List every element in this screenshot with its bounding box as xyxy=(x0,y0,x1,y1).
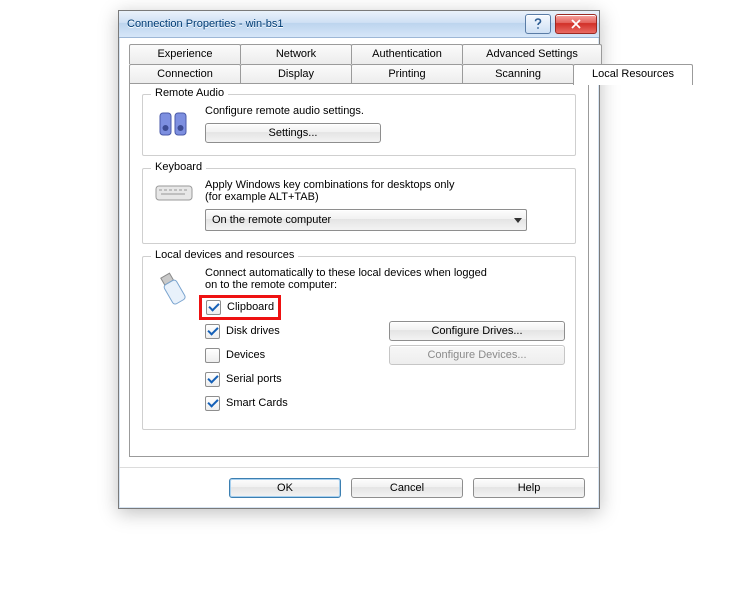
title-bar: Connection Properties - win-bs1 xyxy=(119,11,599,38)
dialog-footer: OK Cancel Help xyxy=(119,467,599,508)
group-keyboard: Keyboard Apply Windows key combinations … xyxy=(142,168,576,244)
devices-description: Connect automatically to these local dev… xyxy=(205,267,565,291)
help-icon[interactable] xyxy=(525,14,551,34)
dialog-body: Experience Network Authentication Advanc… xyxy=(119,38,599,467)
keyboard-combo-value: On the remote computer xyxy=(212,214,331,226)
checkbox-label: Serial ports xyxy=(226,373,282,385)
group-title: Remote Audio xyxy=(151,87,228,99)
checkbox-clipboard[interactable] xyxy=(206,300,221,315)
tab-display[interactable]: Display xyxy=(240,64,352,84)
checkbox-label: Smart Cards xyxy=(226,397,288,409)
window-title: Connection Properties - win-bs1 xyxy=(127,18,284,30)
keyboard-combo[interactable]: On the remote computer xyxy=(205,209,527,231)
tab-connection[interactable]: Connection xyxy=(129,64,241,84)
usb-drive-icon xyxy=(153,267,195,417)
tab-advanced-settings[interactable]: Advanced Settings xyxy=(462,44,602,64)
checkbox-smart-cards[interactable] xyxy=(205,396,220,411)
tab-scanning[interactable]: Scanning xyxy=(462,64,574,84)
ok-button[interactable]: OK xyxy=(229,478,341,498)
audio-description: Configure remote audio settings. xyxy=(205,105,565,117)
tab-network[interactable]: Network xyxy=(240,44,352,64)
tab-printing[interactable]: Printing xyxy=(351,64,463,84)
group-title: Keyboard xyxy=(151,161,206,173)
keyboard-description: Apply Windows key combinations for deskt… xyxy=(205,179,565,203)
group-local-devices: Local devices and resources Connect auto… xyxy=(142,256,576,430)
dialog-window: Connection Properties - win-bs1 Experien… xyxy=(118,10,600,509)
tab-page-local-resources: Remote Audio Configure remote audio sett… xyxy=(129,83,589,457)
cancel-button[interactable]: Cancel xyxy=(351,478,463,498)
highlight-clipboard: Clipboard xyxy=(199,295,281,320)
close-button[interactable] xyxy=(555,14,597,34)
group-remote-audio: Remote Audio Configure remote audio sett… xyxy=(142,94,576,156)
help-button[interactable]: Help xyxy=(473,478,585,498)
tab-local-resources[interactable]: Local Resources xyxy=(573,64,693,85)
tab-authentication[interactable]: Authentication xyxy=(351,44,463,64)
checkbox-label: Devices xyxy=(226,349,265,361)
configure-drives-button[interactable]: Configure Drives... xyxy=(389,321,565,341)
chevron-down-icon xyxy=(514,218,522,223)
speakers-icon xyxy=(153,105,195,143)
checkbox-disk-drives[interactable] xyxy=(205,324,220,339)
checkbox-serial-ports[interactable] xyxy=(205,372,220,387)
audio-settings-button[interactable]: Settings... xyxy=(205,123,381,143)
checkbox-label: Disk drives xyxy=(226,325,280,337)
checkbox-label: Clipboard xyxy=(227,301,274,313)
configure-devices-button: Configure Devices... xyxy=(389,345,565,365)
tab-strip: Experience Network Authentication Advanc… xyxy=(129,44,589,457)
tab-experience[interactable]: Experience xyxy=(129,44,241,64)
checkbox-devices[interactable] xyxy=(205,348,220,363)
group-title: Local devices and resources xyxy=(151,249,298,261)
keyboard-icon xyxy=(153,179,195,231)
